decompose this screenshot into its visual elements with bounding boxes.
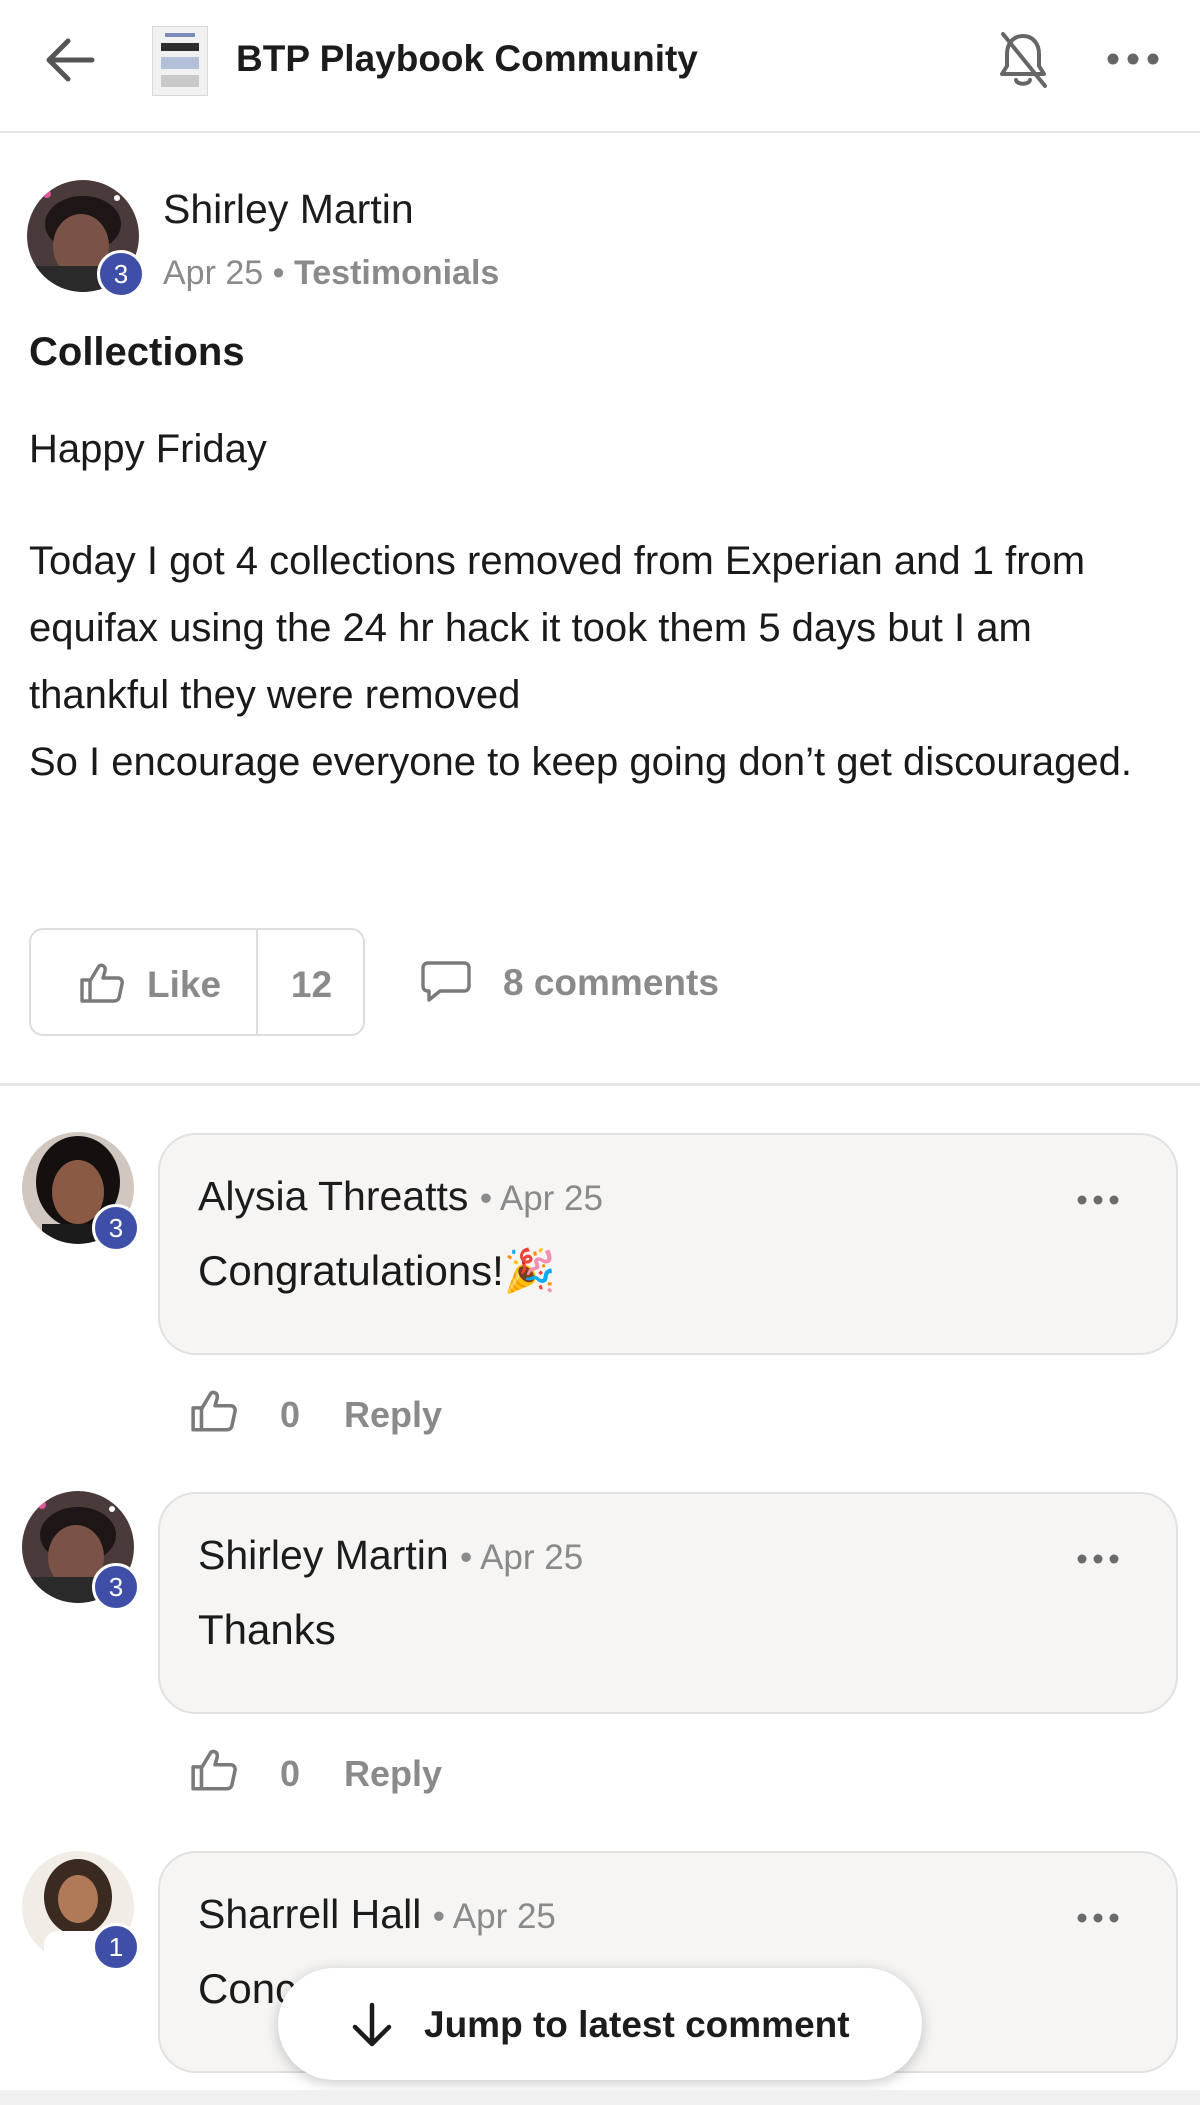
comment-header: Alysia Threatts • Apr 25 [198, 1173, 603, 1220]
bell-off-icon[interactable] [995, 30, 1051, 90]
group-logo[interactable] [152, 26, 208, 96]
like-count[interactable]: 12 [258, 964, 365, 1006]
more-options-icon[interactable] [1105, 48, 1161, 70]
thumbs-up-icon [80, 963, 124, 1003]
comment-like-icon[interactable] [190, 1747, 238, 1793]
post-author-level-badge: 3 [97, 250, 145, 298]
comment-like-count: 0 [280, 1394, 301, 1435]
top-bar: BTP Playbook Community [0, 0, 1200, 133]
group-name[interactable]: BTP Playbook Community [236, 38, 698, 80]
comment-header: Shirley Martin • Apr 25 [198, 1532, 583, 1579]
comments-count-label: 8 comments [503, 962, 719, 1003]
comment-text: Thanks [198, 1606, 336, 1653]
post-body: Happy Friday Today I got 4 collections r… [29, 416, 1179, 796]
post-date: Apr 25 [163, 254, 264, 292]
comment-date: • Apr 25 [460, 1538, 584, 1577]
back-arrow-icon[interactable] [40, 34, 100, 86]
jump-label: Jump to latest comment [424, 2004, 850, 2045]
reply-button[interactable]: Reply [344, 1394, 442, 1436]
comment-bubble: Alysia Threatts • Apr 25 Congratulations… [158, 1133, 1178, 1355]
comment-author[interactable]: Sharrell Hall [198, 1891, 421, 1937]
comment-like-count: 0 [280, 1753, 301, 1794]
comment-more-icon[interactable] [1076, 1552, 1120, 1566]
comment-bubble-icon [421, 961, 471, 1002]
bottom-edge [0, 2090, 1200, 2105]
like-control: Like 12 [29, 928, 365, 1036]
comment-more-icon[interactable] [1076, 1911, 1120, 1925]
like-label: Like [147, 964, 222, 1005]
commenter-level-badge: 3 [92, 1204, 140, 1252]
comment-more-icon[interactable] [1076, 1193, 1120, 1207]
comment-text: Congratulations!🎉 [198, 1247, 557, 1294]
like-button[interactable]: Like [31, 930, 258, 1034]
divider [0, 1083, 1200, 1086]
post-category[interactable]: Testimonials [294, 254, 499, 292]
reply-button[interactable]: Reply [344, 1753, 442, 1795]
comment-author[interactable]: Shirley Martin [198, 1532, 449, 1578]
commenter-level-badge: 1 [92, 1923, 140, 1971]
post-body-paragraph: Today I got 4 collections removed from E… [29, 539, 1086, 717]
commenter-level-badge: 3 [92, 1563, 140, 1611]
post-author-name[interactable]: Shirley Martin [163, 186, 414, 233]
post-body-paragraph: Happy Friday [29, 427, 267, 471]
arrow-down-icon [352, 2002, 392, 2047]
comment-date: • Apr 25 [479, 1179, 603, 1218]
comment-header: Sharrell Hall • Apr 25 [198, 1891, 556, 1938]
comment-like-icon[interactable] [190, 1388, 238, 1434]
post-body-paragraph: So I encourage everyone to keep going do… [29, 740, 1133, 784]
meta-separator: • [272, 254, 285, 292]
jump-to-latest-comment-button[interactable]: Jump to latest comment [278, 1968, 922, 2080]
comment-author[interactable]: Alysia Threatts [198, 1173, 468, 1219]
post-meta: Apr 25 • Testimonials [163, 254, 499, 293]
post-title: Collections [29, 330, 245, 374]
comment-date: • Apr 25 [432, 1897, 556, 1936]
comment-bubble: Shirley Martin • Apr 25 Thanks [158, 1492, 1178, 1714]
